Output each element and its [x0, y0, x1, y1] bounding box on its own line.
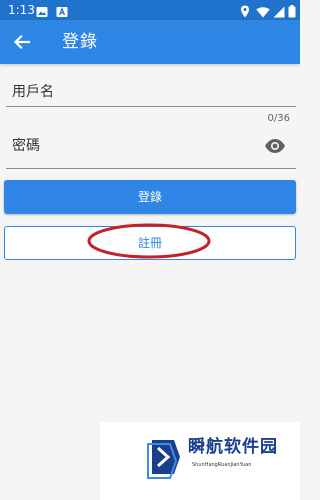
watermark-title: 瞬航软件园	[188, 437, 278, 457]
status-time: 1:13	[8, 3, 35, 17]
arrow-back-icon	[13, 34, 31, 50]
password-field[interactable]: 密碼	[0, 126, 250, 170]
password-counter: 0/36	[267, 113, 290, 124]
eye-icon[interactable]	[264, 137, 286, 155]
login-button[interactable]: 登錄	[4, 180, 296, 214]
login-screen: 1:13 登錄 用戶名 0/36 密碼 登錄 註冊 瞬航软件园 ShunHang…	[0, 0, 300, 500]
watermark: 瞬航软件园 ShunHangRuanJianYuan	[100, 422, 300, 500]
app-bar: 登錄	[0, 20, 300, 64]
username-field[interactable]: 用戶名	[0, 72, 300, 116]
password-placeholder: 密碼	[12, 138, 40, 154]
register-button[interactable]: 註冊	[4, 226, 296, 260]
password-underline	[6, 168, 296, 169]
status-bar: 1:13	[0, 0, 300, 20]
username-underline	[6, 106, 296, 107]
back-button[interactable]	[8, 28, 36, 56]
username-placeholder: 用戶名	[12, 84, 54, 100]
watermark-logo-icon	[147, 440, 180, 479]
watermark-subtitle: ShunHangRuanJianYuan	[192, 462, 252, 468]
page-title: 登錄	[62, 32, 98, 52]
